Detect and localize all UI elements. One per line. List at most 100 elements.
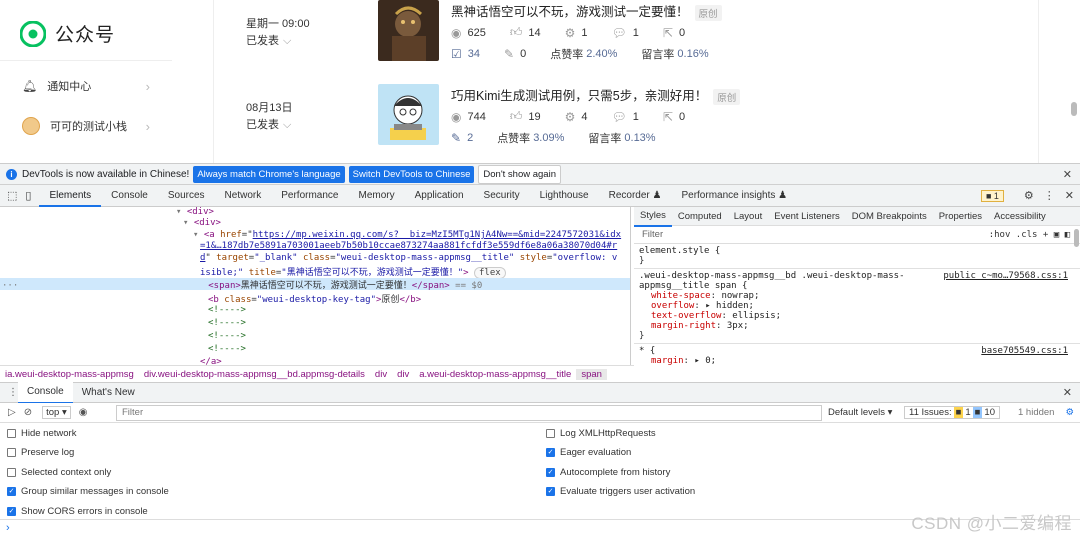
warning-badge[interactable]: ■ 1 bbox=[980, 189, 1004, 202]
list-item[interactable]: 08月13日 已发表 ⌵ 巧用Kimi生成测试用例，只需5步，亲测好用！ 原创 ◉ 7… bbox=[214, 84, 1040, 163]
rule-source-link[interactable]: public_c~mo…79568.css:1 bbox=[943, 271, 1068, 281]
checkbox-selected-context[interactable]: Selected context only bbox=[7, 467, 111, 478]
rule-source-link[interactable]: base705549.css:1 bbox=[981, 346, 1068, 356]
dom-node-close[interactable]: </a> bbox=[200, 357, 222, 365]
computed-toggle-icon[interactable]: ▣ bbox=[1054, 230, 1059, 240]
device-toggle-icon[interactable]: ▯ bbox=[25, 189, 31, 202]
tab-whats-new[interactable]: What's New bbox=[73, 382, 144, 403]
more-vert-icon[interactable]: ⋮ bbox=[8, 387, 18, 398]
post-title[interactable]: 巧用Kimi生成测试用例，只需5步，亲测好用！ 原创 bbox=[451, 85, 741, 105]
tab-lighthouse[interactable]: Lighthouse bbox=[530, 185, 599, 207]
breadcrumb-item-current[interactable]: span bbox=[576, 368, 607, 380]
tab-elements[interactable]: Elements bbox=[39, 185, 102, 207]
tab-console[interactable]: Console bbox=[101, 185, 158, 207]
tab-recorder[interactable]: Recorder ♟ bbox=[599, 185, 672, 207]
context-select[interactable]: top ▾ bbox=[42, 406, 71, 419]
eye-icon[interactable]: ◉ bbox=[79, 407, 88, 418]
style-property[interactable]: text-overflow: ellipsis; bbox=[639, 311, 1075, 321]
post-thumbnail[interactable] bbox=[378, 84, 439, 145]
checkbox-unchecked[interactable] bbox=[7, 429, 16, 438]
tab-application[interactable]: Application bbox=[405, 185, 474, 207]
styles-filter-input[interactable]: Filter bbox=[642, 229, 663, 240]
dont-show-again-button[interactable]: Don't show again bbox=[478, 164, 561, 184]
tab-memory[interactable]: Memory bbox=[348, 185, 404, 207]
breadcrumb-item[interactable]: div bbox=[392, 369, 414, 380]
sidebar-item-notifications[interactable]: 🔔︎ 通知中心 › bbox=[22, 78, 152, 94]
post-thumbnail[interactable] bbox=[378, 0, 439, 61]
sidebar-item-account[interactable]: 可可的测试小栈 › bbox=[22, 117, 152, 135]
checkbox-checked[interactable]: ✓ bbox=[546, 448, 555, 457]
dom-comment[interactable]: <!----> bbox=[208, 331, 246, 341]
checkbox-user-activation[interactable]: ✓ Evaluate triggers user activation bbox=[546, 486, 695, 497]
post-state[interactable]: 已发表 ⌵ bbox=[246, 32, 291, 48]
checkbox-checked[interactable]: ✓ bbox=[546, 487, 555, 496]
more-vert-icon[interactable]: ⋮ bbox=[1044, 189, 1055, 202]
checkbox-unchecked[interactable] bbox=[546, 429, 555, 438]
checkbox-autocomplete[interactable]: ✓ Autocomplete from history bbox=[546, 467, 670, 478]
dom-comment[interactable]: <!----> bbox=[208, 305, 246, 315]
switch-chinese-button[interactable]: Switch DevTools to Chinese bbox=[348, 165, 475, 183]
dom-node[interactable]: ▾ <div> bbox=[183, 218, 221, 228]
tab-event-listeners[interactable]: Event Listeners bbox=[768, 207, 845, 226]
tab-accessibility[interactable]: Accessibility bbox=[988, 207, 1052, 226]
issues-button[interactable]: 11 Issues: ■ 1 ■ 10 bbox=[904, 406, 1000, 419]
checkbox-checked[interactable]: ✓ bbox=[7, 507, 16, 516]
dom-comment[interactable]: <!----> bbox=[208, 318, 246, 328]
tab-computed[interactable]: Computed bbox=[672, 207, 728, 226]
tab-drawer-console[interactable]: Console bbox=[18, 381, 73, 404]
checkbox-unchecked[interactable] bbox=[7, 468, 16, 477]
list-item[interactable]: 星期一 09:00 已发表 ⌵ 黑神话悟空可以不玩，游戏测试一定要懂！ 原创 ◉ 62… bbox=[214, 0, 1040, 80]
breadcrumb-item[interactable]: div.weui-desktop-mass-appmsg__bd.appmsg-… bbox=[139, 369, 370, 380]
tab-network[interactable]: Network bbox=[215, 185, 272, 207]
dom-node[interactable]: <b class="weui-desktop-key-tag">原创</b> bbox=[208, 292, 421, 305]
sidebar-toggle-icon[interactable]: ▷ bbox=[8, 407, 16, 418]
checkbox-eager-eval[interactable]: ✓ Eager evaluation bbox=[546, 447, 631, 458]
gear-icon[interactable]: ⚙ bbox=[1024, 189, 1034, 202]
close-icon[interactable]: ✕ bbox=[1065, 189, 1074, 202]
style-property[interactable]: margin-right: 3px; bbox=[639, 321, 1075, 331]
gear-icon[interactable]: ⚙ bbox=[1065, 407, 1074, 418]
styles-filter[interactable]: Filter :hov .cls + ▣ ◧ bbox=[634, 226, 1080, 244]
close-icon[interactable]: ✕ bbox=[1063, 168, 1072, 181]
breadcrumb-item[interactable]: div bbox=[370, 369, 392, 380]
styles-scrollbar[interactable] bbox=[1074, 229, 1079, 247]
tab-dom-breakpoints[interactable]: DOM Breakpoints bbox=[846, 207, 933, 226]
inspect-icon[interactable]: ⬚ bbox=[7, 189, 17, 202]
match-language-button[interactable]: Always match Chrome's language bbox=[193, 165, 345, 183]
elements-tree[interactable]: ▾ <div> ▾ <div> ▾ <a href="https://mp.we… bbox=[0, 207, 631, 365]
tab-styles[interactable]: Styles bbox=[634, 206, 672, 227]
checkbox-preserve-log[interactable]: Preserve log bbox=[7, 447, 74, 458]
checkbox-log-xhr[interactable]: Log XMLHttpRequests bbox=[546, 428, 656, 439]
dom-node[interactable]: ▾ <div> bbox=[176, 207, 214, 217]
checkbox-checked[interactable]: ✓ bbox=[546, 468, 555, 477]
checkbox-checked[interactable]: ✓ bbox=[7, 487, 16, 496]
style-property[interactable]: white-space: nowrap; bbox=[639, 291, 1075, 301]
post-title[interactable]: 黑神话悟空可以不玩，游戏测试一定要懂！ 原创 bbox=[451, 1, 722, 21]
tab-sources[interactable]: Sources bbox=[158, 185, 215, 207]
checkbox-hide-network[interactable]: Hide network bbox=[7, 428, 76, 439]
breadcrumb-item[interactable]: a.weui-desktop-mass-appmsg__title bbox=[414, 369, 576, 380]
console-filter-input[interactable]: Filter bbox=[116, 404, 822, 421]
post-state[interactable]: 已发表 ⌵ bbox=[246, 116, 291, 132]
checkbox-unchecked[interactable] bbox=[7, 448, 16, 457]
styles-toolbar[interactable]: :hov .cls + ▣ ◧ bbox=[989, 230, 1070, 240]
checkbox-cors-errors[interactable]: ✓ Show CORS errors in console bbox=[7, 506, 148, 517]
page-scrollbar[interactable] bbox=[1071, 102, 1077, 116]
breadcrumb-item[interactable]: ia.weui-desktop-mass-appmsg bbox=[0, 369, 139, 380]
log-levels-select[interactable]: Default levels ▾ bbox=[828, 407, 892, 418]
tab-layout[interactable]: Layout bbox=[728, 207, 769, 226]
style-property[interactable]: overflow: ▸ hidden; bbox=[639, 301, 1075, 311]
clear-console-icon[interactable]: ⊘ bbox=[24, 407, 32, 418]
sidebar-toggle-icon[interactable]: ◧ bbox=[1065, 230, 1070, 240]
checkbox-group-similar[interactable]: ✓ Group similar messages in console bbox=[7, 486, 169, 497]
close-icon[interactable]: ✕ bbox=[1063, 386, 1072, 399]
style-rule[interactable]: .weui-desktop-mass-appmsg__bd .weui-desk… bbox=[634, 269, 1080, 344]
style-property[interactable]: margin: ▸ 0; bbox=[639, 356, 1075, 366]
tab-security[interactable]: Security bbox=[474, 185, 530, 207]
dom-node-selected[interactable]: ··· <span>黑神话悟空可以不玩，游戏测试一定要懂！</span> == $… bbox=[0, 278, 630, 291]
href-link[interactable]: https://mp.weixin.qq.com/s?__biz=MzI5MTg… bbox=[253, 230, 621, 240]
wx-logo[interactable]: 公众号 bbox=[20, 20, 115, 47]
style-rule[interactable]: * { base705549.css:1 margin: ▸ 0; bbox=[634, 344, 1080, 368]
style-rule-element[interactable]: element.style { } bbox=[634, 244, 1080, 269]
tab-properties[interactable]: Properties bbox=[933, 207, 988, 226]
